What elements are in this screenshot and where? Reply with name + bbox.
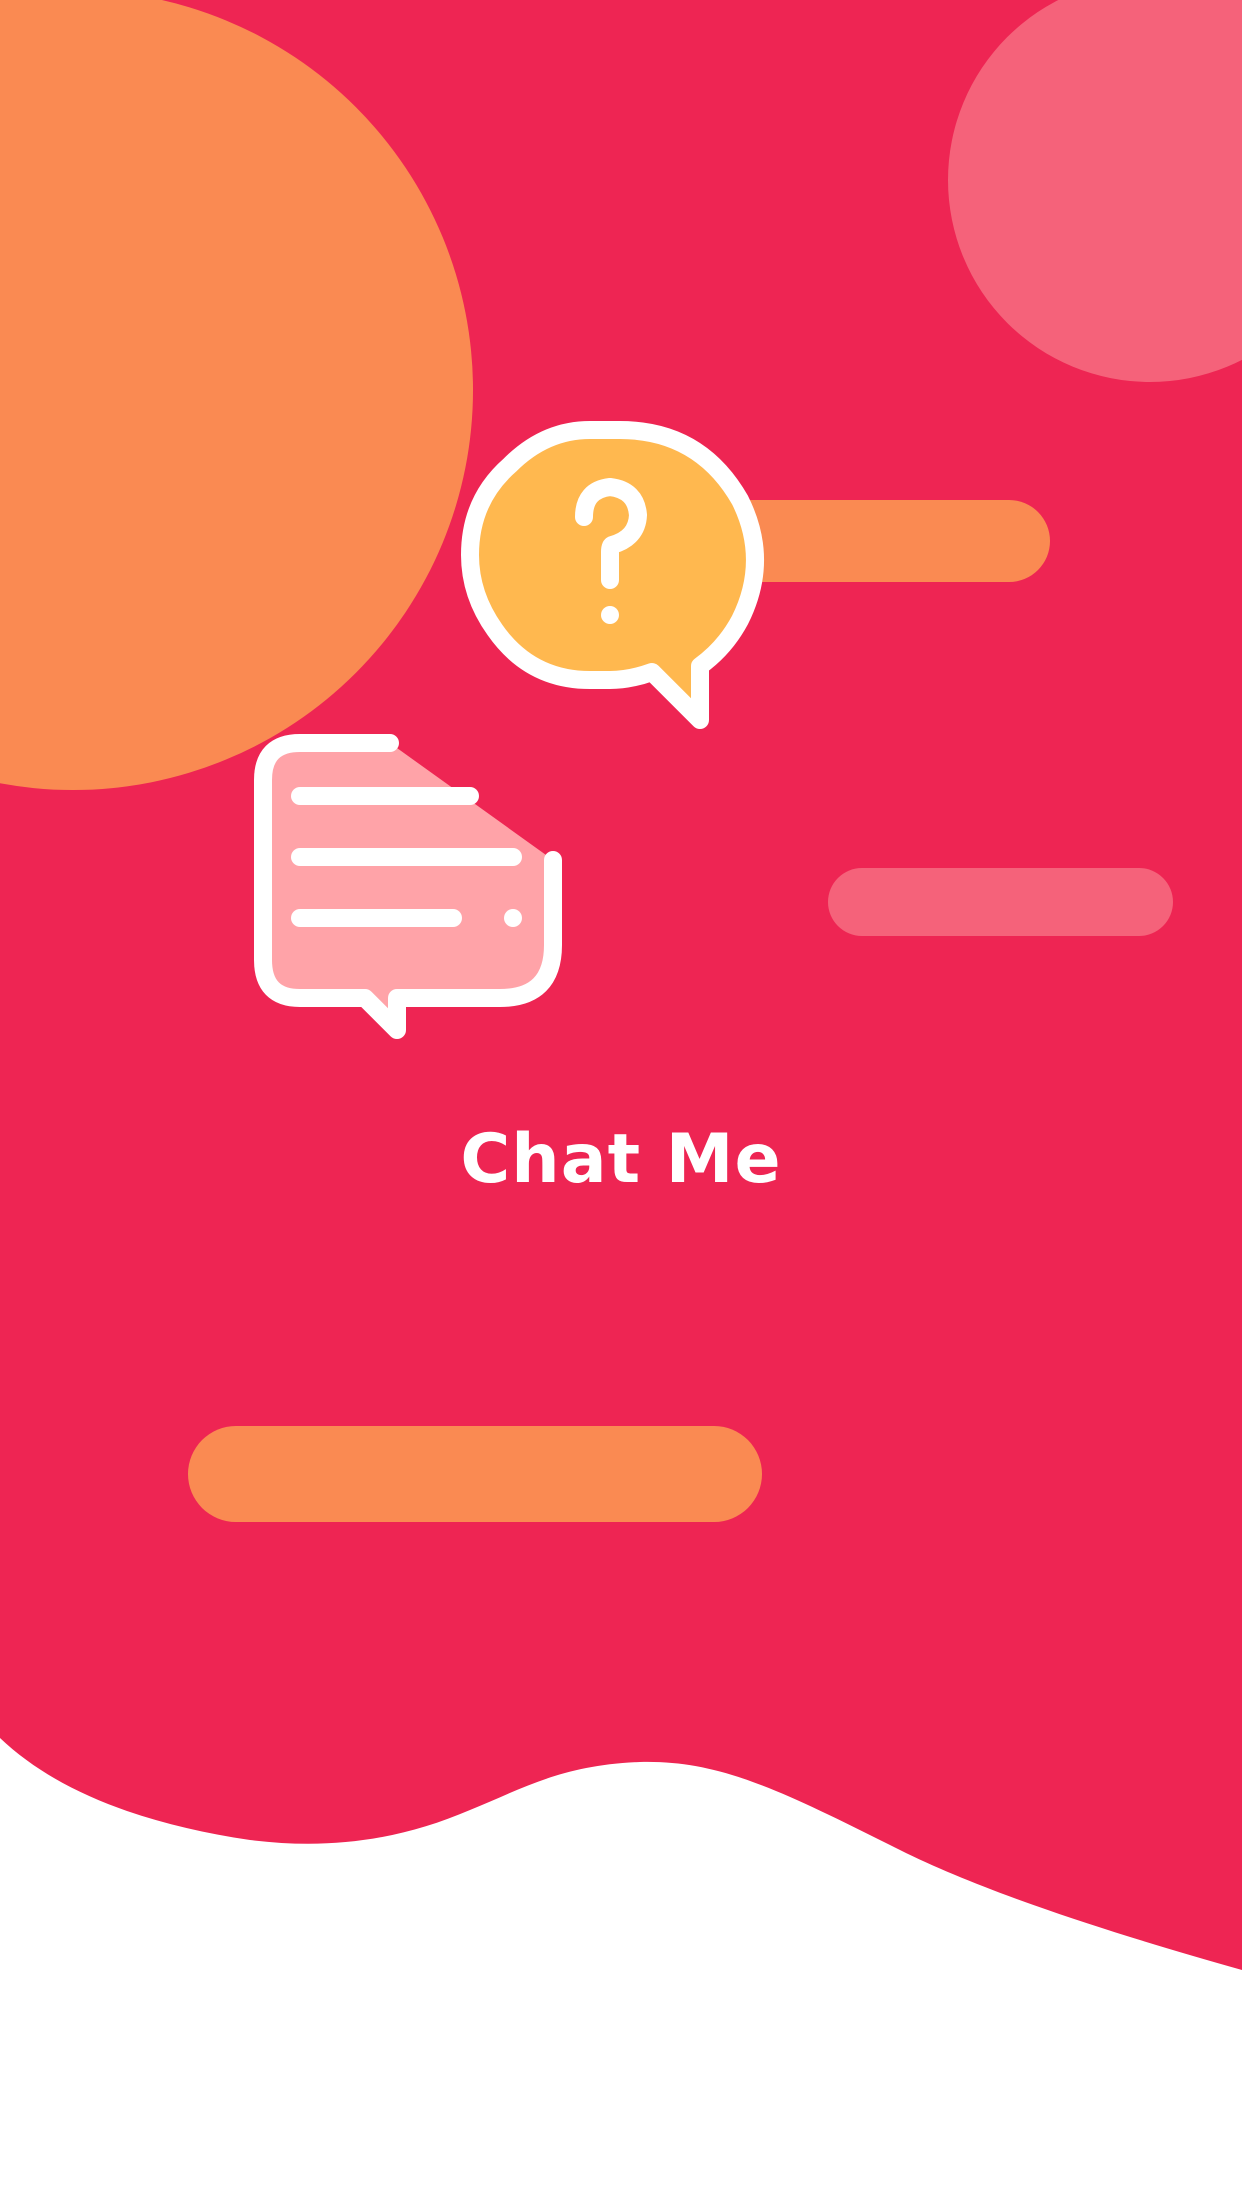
splash-background bbox=[0, 0, 1242, 1970]
app-title: Chat Me bbox=[460, 1120, 782, 1199]
pink-pill-decoration bbox=[828, 868, 1173, 936]
orange-pill-decoration-bottom bbox=[188, 1426, 762, 1522]
